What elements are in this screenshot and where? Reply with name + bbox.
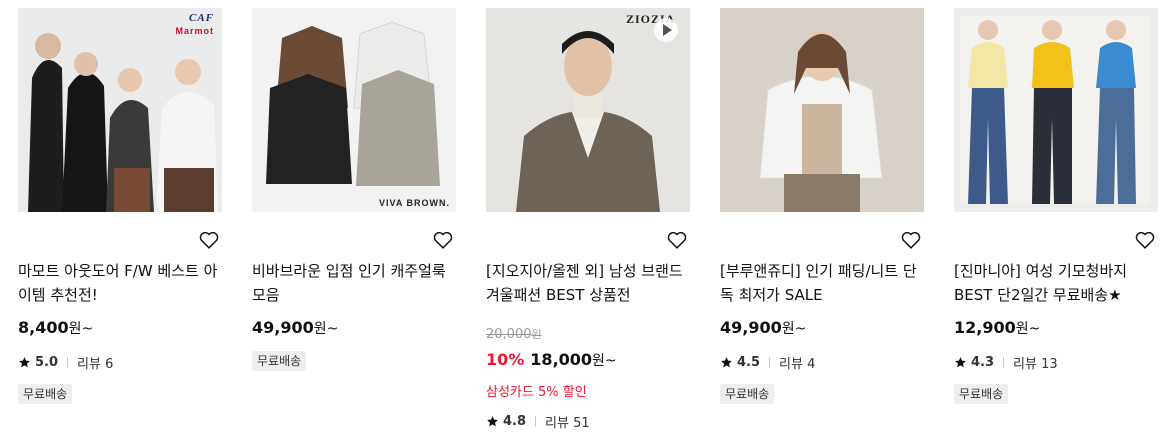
brand-logo: VIVA BROWN. [379,198,450,208]
rating-score: 4.5 [737,355,761,370]
product-image[interactable]: CAF Marmot [18,8,222,212]
price-value: 18,000 [530,350,593,369]
free-shipping-badge: 무료배송 [252,351,307,371]
price: 10% 18,000원~ [486,350,617,370]
product-image[interactable]: VIVA BROWN. [252,8,456,212]
product-title[interactable]: 비바브라운 입점 인기 캐주얼룩 모음 [252,259,456,307]
star-icon [487,416,498,427]
price-value: 49,900 [252,318,314,337]
original-price: 20,000원 [486,327,542,342]
rating-row: 4.3 리뷰 13 [954,353,1058,372]
product-image[interactable]: ZIOZIA [486,8,690,212]
product-card[interactable]: VIVA BROWN. 비바브라운 입점 인기 캐주얼룩 모음 49,900원~… [252,8,456,371]
price-unit: 원~ [68,321,94,337]
brand-logo-secondary: Marmot [175,26,214,36]
product-card[interactable]: [진마니아] 여성 기모청바지 BEST 단2일간 무료배송★ 12,900원~… [954,8,1158,404]
heart-icon[interactable] [432,229,454,251]
star-icon [721,357,732,368]
price-unit: 원~ [1015,321,1041,337]
price-value: 49,900 [720,318,782,337]
divider [67,357,69,368]
jackets-illustration [252,8,456,212]
star-icon [19,357,30,368]
product-title[interactable]: [부루앤쥬디] 인기 패딩/니트 단독 최저가 SALE [720,259,924,307]
rating-score: 4.3 [971,355,995,370]
price-unit: 원~ [313,321,339,337]
rating-row: 4.8 리뷰 51 [486,412,590,431]
product-card[interactable]: [부루앤쥬디] 인기 패딩/니트 단독 최저가 SALE 49,900원~ 4.… [720,8,924,404]
divider [535,416,537,427]
woman-in-padding-illustration [720,8,924,212]
star-icon [955,357,966,368]
rating-row: 4.5 리뷰 4 [720,353,815,372]
rating-score: 4.8 [503,414,527,429]
product-title[interactable]: 마모트 아웃도어 F/W 베스트 아이템 추천전! [18,259,222,307]
card-discount-promo: 삼성카드 5% 할인 [486,385,587,400]
rating-score: 5.0 [35,355,59,370]
product-image[interactable] [720,8,924,212]
price-unit: 원~ [592,353,617,369]
price-value: 12,900 [954,318,1016,337]
heart-icon[interactable] [666,229,688,251]
review-count: 리뷰 13 [1013,357,1058,372]
review-count: 리뷰 51 [545,416,590,431]
review-count: 리뷰 4 [779,357,816,372]
free-shipping-badge: 무료배송 [720,384,775,404]
product-card[interactable]: CAF Marmot 마모트 아웃도어 F/W 베스트 아이템 추천전! 8,4… [18,8,222,404]
jeans-models-illustration [954,8,1158,212]
review-count: 리뷰 6 [77,357,114,372]
price: 8,400원~ [18,318,93,338]
play-icon[interactable] [654,18,678,42]
divider [769,357,771,368]
price: 49,900원~ [252,318,338,338]
product-title[interactable]: [진마니아] 여성 기모청바지 BEST 단2일간 무료배송★ [954,259,1158,307]
heart-icon[interactable] [1134,229,1156,251]
free-shipping-badge: 무료배송 [954,384,1009,404]
heart-icon[interactable] [198,229,220,251]
outdoor-models-illustration [18,8,222,212]
heart-icon[interactable] [900,229,922,251]
price-value: 8,400 [18,318,69,337]
divider [1003,357,1005,368]
rating-row: 5.0 리뷰 6 [18,353,113,372]
price: 12,900원~ [954,318,1040,338]
product-card[interactable]: ZIOZIA [지오지아/올젠 외] 남성 브랜드 겨울패션 BEST 상품전 … [486,8,690,431]
price: 49,900원~ [720,318,806,338]
product-title[interactable]: [지오지아/올젠 외] 남성 브랜드 겨울패션 BEST 상품전 [486,259,690,307]
price-unit: 원~ [781,321,807,337]
brand-logo: CAF [188,12,214,24]
product-image[interactable] [954,8,1158,212]
discount-rate: 10% [486,350,525,369]
free-shipping-badge: 무료배송 [18,384,73,404]
